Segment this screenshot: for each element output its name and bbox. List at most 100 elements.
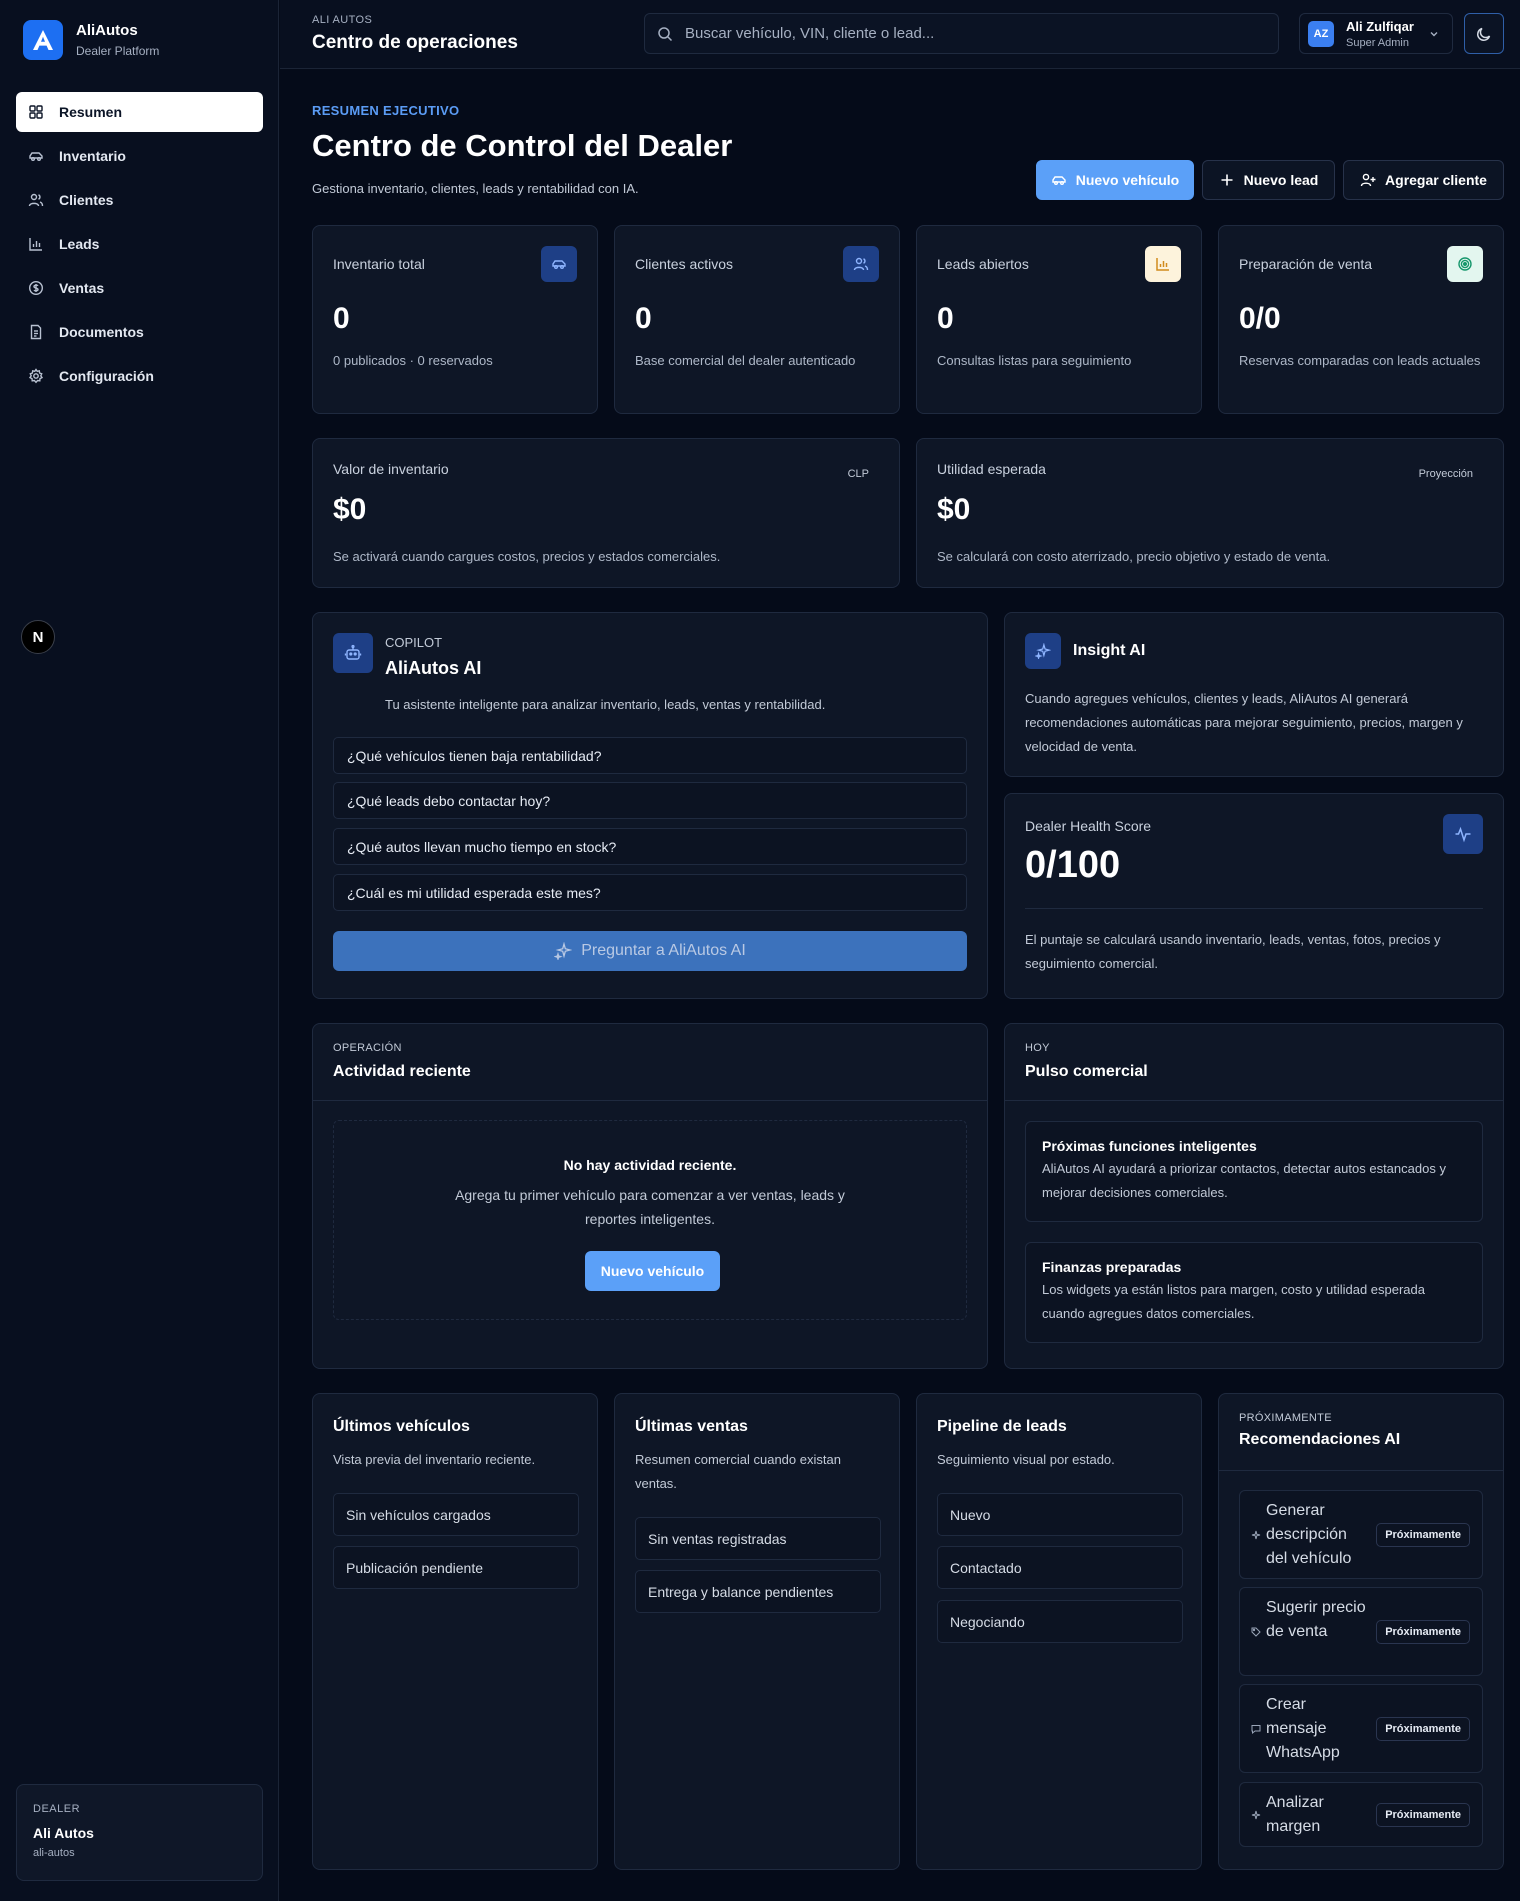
- recommendation-label: Crear mensaje WhatsApp: [1266, 1696, 1340, 1761]
- empty-state-description: Agrega tu primer vehículo para comenzar …: [455, 1187, 845, 1227]
- commercial-pulse-card: HOY Pulso comercial Próximas funciones i…: [1004, 1023, 1504, 1369]
- card-description: Seguimiento visual por estado.: [937, 1452, 1115, 1467]
- new-vehicle-button[interactable]: Nuevo vehículo: [585, 1251, 720, 1291]
- list-item[interactable]: Entrega y balance pendientes: [635, 1570, 881, 1613]
- new-vehicle-label: Nuevo vehículo: [1075, 172, 1180, 188]
- header-kicker: ALI AUTOS: [312, 14, 373, 26]
- sidebar-item-resumen[interactable]: Resumen: [16, 92, 263, 132]
- suggested-question[interactable]: ¿Cuál es mi utilidad esperada este mes?: [333, 874, 967, 911]
- dealer-slug: ali-autos: [33, 1847, 75, 1859]
- sidebar-item-leads[interactable]: Leads: [16, 224, 263, 264]
- copilot-card: COPILOT AliAutos AI Tu asistente intelig…: [312, 612, 988, 999]
- brand[interactable]: AliAutos Dealer Platform: [23, 20, 159, 60]
- section-kicker: OPERACIÓN: [333, 1042, 402, 1054]
- car-icon: [29, 152, 43, 161]
- add-user-icon: [1360, 173, 1376, 187]
- health-score-description: El puntaje se calculará usando inventari…: [1025, 932, 1441, 971]
- sidebar-item-ventas[interactable]: Ventas: [16, 268, 263, 308]
- inventory-value-card: Valor de inventario CLP $0 Se activará c…: [312, 438, 900, 588]
- section-title: Actividad reciente: [333, 1063, 471, 1080]
- ask-ai-label: Preguntar a AliAutos AI: [581, 942, 746, 959]
- new-lead-button[interactable]: Nuevo lead: [1202, 160, 1335, 200]
- theme-toggle-button[interactable]: [1464, 13, 1504, 54]
- divider: [1025, 908, 1483, 909]
- sidebar-item-clientes[interactable]: Clientes: [16, 180, 263, 220]
- divider: [1005, 1100, 1503, 1101]
- recent-activity-card: OPERACIÓN Actividad reciente No hay acti…: [312, 1023, 988, 1369]
- coming-soon-badge: Próximamente: [1376, 1803, 1470, 1827]
- health-score-value: 0/100: [1025, 844, 1121, 886]
- pulse-item-title: Finanzas preparadas: [1042, 1259, 1182, 1275]
- search-icon: [658, 26, 673, 41]
- projection-tag: Proyección: [1418, 468, 1473, 480]
- divider: [313, 1100, 987, 1101]
- user-role: Super Admin: [1346, 36, 1409, 49]
- stat-description: Reservas comparadas con leads actuales: [1239, 353, 1481, 368]
- header-title: Centro de operaciones: [312, 32, 518, 53]
- plus-icon: [1221, 174, 1233, 186]
- coming-soon-badge: Próximamente: [1376, 1717, 1470, 1741]
- health-score-label: Dealer Health Score: [1025, 818, 1152, 834]
- recommendation-item[interactable]: Analizar margen Próximamente: [1239, 1782, 1483, 1847]
- car-icon: [541, 246, 577, 282]
- add-client-button[interactable]: Agregar cliente: [1343, 160, 1504, 200]
- stat-description: Base comercial del dealer autenticado: [635, 353, 856, 368]
- list-item[interactable]: Sin vehículos cargados: [333, 1493, 579, 1536]
- users-icon: [843, 246, 879, 282]
- brand-subtitle: Dealer Platform: [76, 44, 160, 58]
- currency-tag: CLP: [847, 468, 869, 480]
- recommendation-item[interactable]: Generar descripción del vehículo Próxima…: [1239, 1490, 1483, 1579]
- add-client-label: Agregar cliente: [1385, 172, 1487, 188]
- ai-recommendations-card: PRÓXIMAMENTE Recomendaciones AI Generar …: [1218, 1393, 1504, 1870]
- coming-soon-badge: Próximamente: [1376, 1620, 1470, 1644]
- list-item[interactable]: Publicación pendiente: [333, 1546, 579, 1589]
- value-amount: $0: [937, 493, 971, 526]
- divider: [1219, 1470, 1503, 1471]
- sparkle-icon: [1251, 1530, 1261, 1540]
- coming-soon-badge: Próximamente: [1376, 1523, 1470, 1547]
- activity-icon: [1443, 814, 1483, 854]
- pipeline-stage[interactable]: Nuevo: [937, 1493, 1183, 1536]
- lead-pipeline-card: Pipeline de leads Seguimiento visual por…: [916, 1393, 1202, 1870]
- dealer-card[interactable]: DEALER Ali Autos ali-autos: [16, 1784, 263, 1881]
- stat-card-clients: Clientes activos 0 Base comercial del de…: [614, 225, 900, 414]
- ask-ai-button[interactable]: Preguntar a AliAutos AI: [333, 931, 967, 971]
- insight-card: Insight AI Cuando agregues vehículos, cl…: [1004, 612, 1504, 777]
- stat-label: Clientes activos: [635, 256, 734, 272]
- new-vehicle-button[interactable]: Nuevo vehículo: [1036, 160, 1194, 200]
- search-input[interactable]: [685, 25, 1245, 42]
- user-menu-button[interactable]: AZ Ali Zulfiqar Super Admin: [1299, 13, 1453, 54]
- sparkle-icon: [554, 942, 573, 960]
- chevron-down-icon: [1430, 32, 1438, 37]
- recommendation-item[interactable]: Crear mensaje WhatsApp Próximamente: [1239, 1684, 1483, 1773]
- value-description: Se activará cuando cargues costos, preci…: [333, 549, 721, 564]
- gear-icon: [28, 368, 44, 384]
- message-icon: [1251, 1725, 1261, 1734]
- sparkle-icon: [1251, 1810, 1261, 1820]
- value-description: Se calculará con costo aterrizado, preci…: [937, 549, 1331, 564]
- list-item[interactable]: Sin ventas registradas: [635, 1517, 881, 1560]
- suggested-question[interactable]: ¿Qué leads debo contactar hoy?: [333, 782, 967, 819]
- sidebar-item-configuracion[interactable]: Configuración: [16, 356, 263, 396]
- sidebar-item-inventario[interactable]: Inventario: [16, 136, 263, 176]
- section-kicker: PRÓXIMAMENTE: [1239, 1412, 1332, 1424]
- latest-vehicles-card: Últimos vehículos Vista previa del inven…: [312, 1393, 598, 1870]
- moon-icon: [1477, 27, 1491, 41]
- pipeline-stage[interactable]: Contactado: [937, 1546, 1183, 1589]
- framework-badge[interactable]: N: [21, 620, 55, 654]
- sidebar-item-documentos[interactable]: Documentos: [16, 312, 263, 352]
- dollar-icon: [28, 280, 44, 296]
- stat-label: Leads abiertos: [937, 256, 1029, 272]
- pulse-item-description: Los widgets ya están listos para margen,…: [1042, 1282, 1425, 1321]
- sidebar-item-label: Resumen: [59, 104, 123, 120]
- insight-title: Insight AI: [1073, 642, 1146, 659]
- suggested-question[interactable]: ¿Qué vehículos tienen baja rentabilidad?: [333, 737, 967, 774]
- search-bar[interactable]: [644, 13, 1279, 54]
- suggested-question[interactable]: ¿Qué autos llevan mucho tiempo en stock?: [333, 828, 967, 865]
- section-title: Recomendaciones AI: [1239, 1431, 1401, 1448]
- page-subtitle: Gestiona inventario, clientes, leads y r…: [312, 181, 639, 196]
- value-amount: $0: [333, 493, 367, 526]
- recommendation-item[interactable]: Sugerir precio de venta Próximamente: [1239, 1587, 1483, 1676]
- pipeline-stage[interactable]: Negociando: [937, 1600, 1183, 1643]
- section-title: Pulso comercial: [1025, 1063, 1148, 1080]
